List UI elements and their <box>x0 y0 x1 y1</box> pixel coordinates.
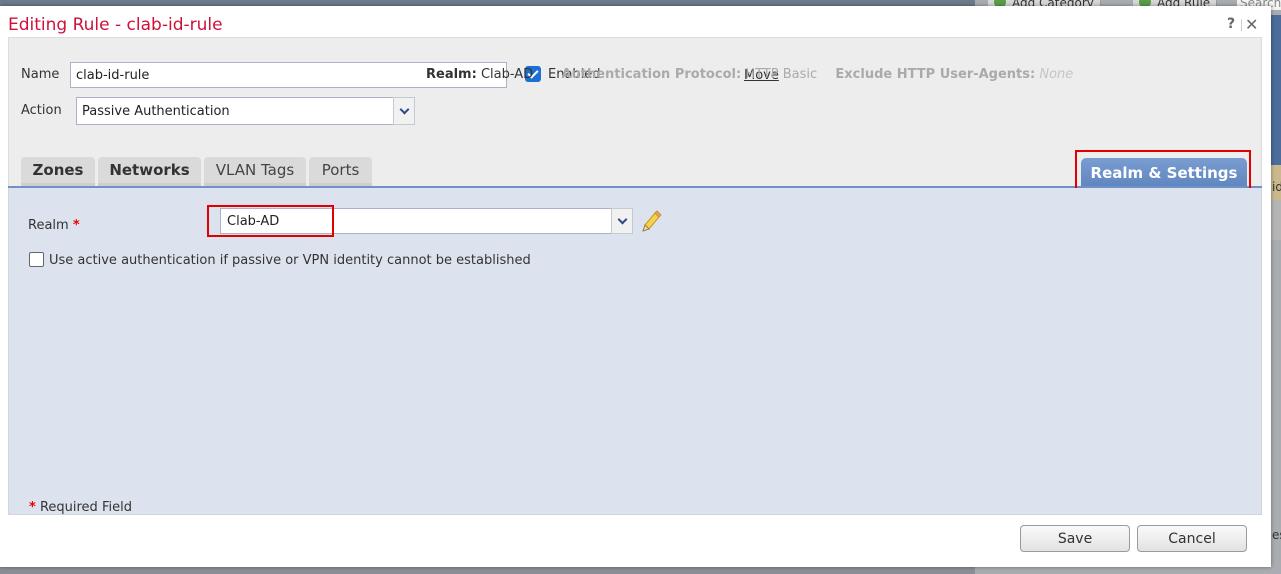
rule-summary: Realm: Clab-AD Authentication Protocol: … <box>426 67 1073 82</box>
action-dropdown-button[interactable] <box>393 97 415 125</box>
required-field-note: * Required Field <box>29 500 132 515</box>
active-auth-label: Use active authentication if passive or … <box>49 253 531 268</box>
background-text: id <box>1272 180 1281 194</box>
realm-dropdown-button[interactable] <box>611 208 633 234</box>
action-label: Action <box>21 103 62 118</box>
summary-auth-protocol-value: HTTP Basic <box>745 67 818 82</box>
realm-settings-panel <box>8 188 1262 515</box>
action-select[interactable]: Passive Authentication <box>76 97 394 125</box>
name-label: Name <box>21 67 60 82</box>
divider <box>1241 19 1242 31</box>
background-text: es <box>1272 528 1281 542</box>
summary-exclude-value: None <box>1039 67 1074 82</box>
required-asterisk: * <box>29 500 36 515</box>
edit-pencil-icon[interactable] <box>640 210 662 232</box>
tab-vlan-tags[interactable]: VLAN Tags <box>204 157 306 186</box>
active-auth-checkbox[interactable] <box>29 252 44 267</box>
tab-ports[interactable]: Ports <box>309 157 372 186</box>
tab-zones[interactable]: Zones <box>21 157 95 186</box>
dialog-title: Editing Rule - clab-id-rule <box>8 15 223 35</box>
summary-realm-value: Clab-AD <box>480 67 534 82</box>
highlight-box <box>207 205 334 237</box>
tab-networks[interactable]: Networks <box>98 157 201 186</box>
summary-auth-protocol-key: Authentication Protocol: <box>561 67 742 82</box>
save-button[interactable]: Save <box>1020 525 1130 552</box>
chevron-down-icon <box>399 104 409 114</box>
chevron-down-icon <box>617 214 627 224</box>
cancel-button[interactable]: Cancel <box>1137 525 1247 552</box>
help-icon[interactable]: ? <box>1227 16 1235 32</box>
realm-label: Realm * <box>28 218 80 233</box>
summary-realm-key: Realm: <box>426 67 477 82</box>
required-asterisk: * <box>72 218 80 233</box>
close-icon[interactable]: ✕ <box>1245 15 1258 34</box>
summary-exclude-key: Exclude HTTP User-Agents: <box>835 67 1036 82</box>
